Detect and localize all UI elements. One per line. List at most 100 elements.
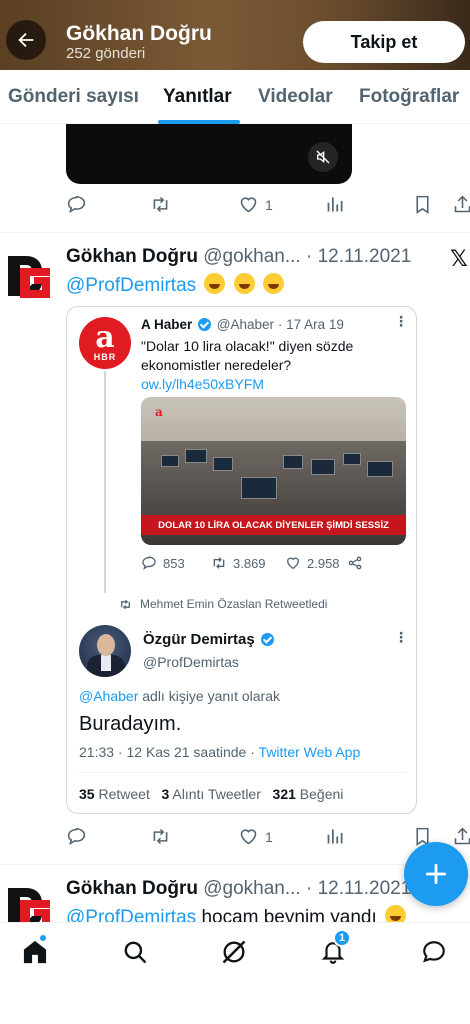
tab-replies[interactable]: Yanıtlar: [163, 86, 232, 108]
share-button[interactable]: [452, 826, 470, 847]
nav-messages[interactable]: [419, 937, 449, 967]
unread-dot: [38, 933, 48, 943]
retweet-icon: [121, 599, 130, 609]
reply-icon: [142, 556, 156, 570]
embedded-text: "Dolar 10 lira olacak!" diyen sözde ekon…: [141, 338, 354, 392]
like-count: 1: [265, 196, 273, 213]
avatar[interactable]: [6, 250, 54, 302]
tweet-divider: [0, 864, 470, 865]
embedded-actions: 853 3.869 2.958: [141, 555, 406, 575]
embedded-reply-count: 853: [163, 555, 185, 571]
embedded-link: ow.ly/lh4e50xBYFM: [141, 376, 264, 392]
chat-bubble-icon: [423, 941, 445, 963]
bottom-nav: 1: [0, 922, 470, 1024]
nav-home[interactable]: [20, 933, 50, 967]
compose-button[interactable]: [404, 842, 468, 906]
tab-photos[interactable]: Fotoğraflar: [359, 86, 459, 108]
plus-icon: [425, 863, 447, 885]
tab-videos[interactable]: Videolar: [258, 86, 333, 108]
analytics-icon: [327, 829, 343, 844]
retweet-button[interactable]: [150, 826, 171, 847]
post-count: 252 gönderi: [66, 45, 146, 62]
tweet-date[interactable]: 12.11.2021: [318, 878, 412, 899]
grok-icon: [222, 940, 246, 964]
tweet-header: Gökhan Doğru @gokhan... · 12.11.2021: [66, 246, 412, 267]
avatar[interactable]: [6, 882, 54, 922]
profile-tabs: Gönderi sayısı Yanıtlar Videolar Fotoğra…: [0, 70, 470, 124]
retweet-icon: [153, 196, 168, 213]
reply-text: Buradayım.: [79, 713, 182, 735]
author-handle[interactable]: @gokhan...: [203, 246, 300, 267]
author-name[interactable]: Gökhan Doğru: [66, 246, 198, 267]
video-media[interactable]: [66, 124, 352, 184]
heart-icon: [240, 829, 257, 845]
share-button[interactable]: [452, 194, 470, 215]
speaker-muted-icon: [316, 150, 330, 164]
like-button[interactable]: 1: [238, 826, 273, 847]
tweet-date[interactable]: 12.11.2021: [318, 246, 412, 267]
views-button[interactable]: [325, 826, 346, 847]
rofl-emoji-icon: [233, 273, 255, 294]
mute-button[interactable]: [308, 142, 338, 172]
reply-button[interactable]: [66, 194, 87, 215]
tab-posts[interactable]: Gönderi sayısı: [8, 86, 139, 108]
author-handle[interactable]: @gokhan...: [203, 878, 300, 899]
search-icon: [124, 941, 146, 963]
follow-button[interactable]: Takip et: [303, 21, 465, 63]
tweet-text: @ProfDemirtas: [66, 273, 284, 297]
ahaber-logo-letter: a: [95, 320, 115, 355]
share-icon: [454, 827, 470, 845]
arrow-left-icon: [18, 32, 34, 48]
dg-logo-icon: [8, 256, 50, 298]
back-button[interactable]: [6, 20, 46, 60]
reply-meta: 21:33 · 12 Kas 21 saatinde · Twitter Web…: [79, 744, 361, 760]
embedded-retweet-count: 3.869: [233, 555, 266, 571]
embedded-like-count: 2.958: [307, 555, 340, 571]
more-icon: ⋮: [394, 313, 408, 329]
tweet-header: Gökhan Doğru @gokhan... · 12.11.2021: [66, 878, 412, 899]
share-nodes-icon: [348, 556, 362, 570]
reply-author-name: Özgür Demirtaş: [143, 631, 276, 648]
tweet-divider: [0, 232, 470, 233]
share-icon: [454, 195, 470, 213]
bookmark-icon: [416, 195, 429, 214]
nav-search[interactable]: [120, 937, 150, 967]
notification-badge: 1: [333, 929, 351, 947]
views-button[interactable]: [325, 194, 346, 215]
ahaber-logo-sub: HBR: [93, 352, 117, 362]
profile-header: Gökhan Doğru 252 gönderi Takip et: [0, 0, 470, 70]
heart-icon: [240, 197, 257, 213]
analytics-icon: [327, 197, 343, 212]
ahaber-watermark: a: [155, 405, 163, 419]
bookmark-button[interactable]: [412, 194, 433, 215]
thread-line: [104, 371, 106, 593]
rofl-emoji-icon: [204, 273, 226, 294]
author-name[interactable]: Gökhan Doğru: [66, 878, 198, 899]
reply-icon: [67, 828, 86, 846]
news-banner: DOLAR 10 LİRA OLACAK DİYENLER ŞİMDİ SESS…: [141, 515, 406, 535]
ahaber-avatar: a HBR: [79, 317, 131, 369]
mention-link[interactable]: @ProfDemirtas: [66, 275, 196, 296]
rofl-emoji-icon: [263, 273, 284, 294]
profile-name: Gökhan Doğru: [66, 22, 212, 45]
like-count: 1: [265, 828, 273, 845]
like-button[interactable]: 1: [238, 194, 273, 215]
dg-logo-icon: [8, 888, 50, 922]
reply-author-avatar: [79, 625, 131, 677]
embedded-handle: @Ahaber: [216, 317, 275, 332]
reply-icon: [67, 196, 86, 214]
reply-context: @Ahaber adlı kişiye yanıt olarak: [79, 688, 280, 704]
retweet-icon: [153, 828, 168, 845]
verified-badge-icon: [260, 633, 274, 646]
heart-icon: [286, 557, 300, 570]
tweet-image[interactable]: a HBR A Haber @Ahaber · 17 Ara 19 ⋮ "Dol…: [66, 306, 417, 814]
reply-stats: 35 Retweet 3 Alıntı Tweetler 321 Beğeni: [79, 786, 344, 802]
nav-grok[interactable]: [219, 937, 249, 967]
retweet-button[interactable]: [150, 194, 171, 215]
more-icon: ⋮: [394, 629, 408, 645]
x-logo-icon: 𝕏: [450, 246, 468, 271]
news-photo: a DOLAR 10 LİRA OLACAK DİYENLER ŞİMDİ SE…: [141, 397, 406, 545]
nav-notifications[interactable]: 1: [318, 929, 351, 967]
verified-badge-icon: [198, 318, 212, 331]
reply-button[interactable]: [66, 826, 87, 847]
